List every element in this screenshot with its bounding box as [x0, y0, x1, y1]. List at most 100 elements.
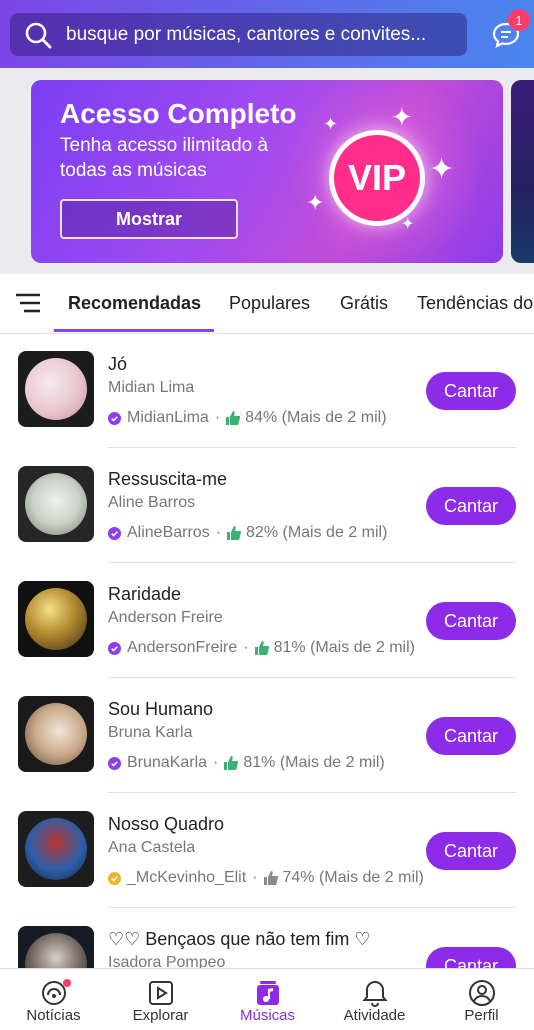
top-bar: busque por músicas, cantores e convites.… — [0, 0, 534, 68]
list-item[interactable]: Raridade Anderson Freire AndersonFreire … — [0, 564, 534, 679]
uploader-name: MidianLima — [127, 409, 209, 426]
nav-explorar[interactable]: Explorar — [107, 969, 214, 1030]
sing-button[interactable]: Cantar — [426, 487, 516, 525]
song-title: Raridade — [108, 584, 182, 604]
verified-icon — [108, 526, 121, 540]
nav-atividade[interactable]: Atividade — [321, 969, 428, 1030]
sing-button[interactable]: Cantar — [426, 372, 516, 410]
sing-button[interactable]: Cantar — [426, 947, 516, 968]
notification-badge: 1 — [508, 9, 530, 31]
sparkle-icon: ✦ — [306, 190, 325, 215]
search-icon[interactable] — [22, 19, 54, 51]
album-cover — [18, 581, 94, 657]
song-artist: Aline Barros — [108, 494, 196, 511]
list-item[interactable]: Ressuscita-me Aline Barros AlineBarros ·… — [0, 449, 534, 564]
verified-icon — [108, 641, 121, 655]
profile-icon — [469, 980, 495, 1006]
next-banner-peek[interactable] — [511, 80, 534, 263]
song-list[interactable]: Jó Midian Lima MidianLima · 84% (Mais de… — [0, 334, 534, 968]
nav-label: Perfil — [464, 1007, 499, 1024]
nav-noticias[interactable]: Notícias — [0, 969, 107, 1030]
list-item[interactable]: Jó Midian Lima MidianLima · 84% (Mais de… — [0, 334, 534, 449]
verified-icon — [108, 756, 121, 770]
thumbs-up-icon — [227, 526, 242, 540]
nav-musicas[interactable]: Músicas — [214, 969, 321, 1030]
rating-text: 84% (Mais de 2 mil) — [245, 409, 387, 426]
banner-carousel[interactable]: Acesso Completo Tenha acesso ilimitado à… — [0, 68, 534, 274]
album-cover — [18, 696, 94, 772]
song-meta: BrunaKarla · 81% (Mais de 2 mil) — [108, 754, 385, 772]
song-meta: MidianLima · 84% (Mais de 2 mil) — [108, 409, 387, 427]
sing-button[interactable]: Cantar — [426, 602, 516, 640]
tab-populares[interactable]: Populares — [229, 293, 310, 314]
explore-icon — [149, 981, 173, 1005]
bell-icon — [362, 980, 388, 1007]
song-meta: AndersonFreire · 81% (Mais de 2 mil) — [108, 639, 415, 657]
thumbs-up-icon — [226, 411, 241, 425]
song-title: Nosso Quadro — [108, 814, 225, 834]
nav-label: Notícias — [26, 1007, 81, 1024]
active-tab-indicator — [54, 329, 214, 332]
rating-text: 82% (Mais de 2 mil) — [246, 524, 388, 541]
vip-banner[interactable]: Acesso Completo Tenha acesso ilimitado à… — [31, 80, 503, 263]
album-cover — [18, 811, 94, 887]
music-icon — [257, 981, 279, 1005]
song-title: Sou Humano — [108, 699, 214, 719]
sparkle-icon: ✦ — [401, 216, 415, 233]
song-artist: Bruna Karla — [108, 724, 193, 741]
album-cover — [18, 466, 94, 542]
tab-gratis[interactable]: Grátis — [340, 293, 388, 314]
song-title: ♡♡ Bençaos que não tem fim ♡ — [108, 929, 371, 949]
notification-dot — [63, 979, 71, 987]
show-button[interactable]: Mostrar — [60, 199, 238, 239]
divider — [108, 792, 516, 793]
song-title: Jó — [108, 354, 128, 374]
thumbs-up-icon — [263, 871, 278, 885]
tab-recomendadas[interactable]: Recomendadas — [68, 293, 201, 314]
uploader-name: BrunaKarla — [127, 754, 208, 771]
nav-label: Atividade — [343, 1007, 406, 1024]
menu-icon[interactable] — [16, 292, 42, 314]
thumbs-up-icon — [224, 756, 239, 770]
song-artist: Ana Castela — [108, 839, 196, 856]
uploader-name: AlineBarros — [127, 524, 210, 541]
vip-badge: VIP — [329, 130, 425, 226]
song-meta: _McKevinho_Elit · 74% (Mais de 2 mil) — [108, 869, 424, 887]
list-item[interactable]: ♡♡ Bençaos que não tem fim ♡ Isadora Pom… — [0, 909, 534, 968]
divider — [108, 677, 516, 678]
search-input[interactable]: busque por músicas, cantores e convites.… — [66, 24, 436, 46]
list-item[interactable]: Nosso Quadro Ana Castela _McKevinho_Elit… — [0, 794, 534, 909]
rating-text: 81% (Mais de 2 mil) — [273, 639, 415, 656]
banner-title: Acesso Completo — [60, 98, 297, 129]
nav-label: Músicas — [239, 1007, 295, 1024]
album-cover — [18, 926, 94, 968]
song-artist: Isadora Pompeo — [108, 954, 226, 968]
song-artist: Midian Lima — [108, 379, 195, 396]
nav-label: Explorar — [132, 1007, 189, 1024]
tab-bar: Recomendadas Populares Grátis Tendências… — [0, 274, 534, 334]
thumbs-up-icon — [254, 641, 269, 655]
nav-perfil[interactable]: Perfil — [428, 969, 534, 1030]
song-title: Ressuscita-me — [108, 469, 228, 489]
bottom-navigation: Notícias Explorar Músicas Atividade Perf… — [0, 968, 534, 1030]
divider — [108, 447, 516, 448]
search-bar[interactable]: busque por músicas, cantores e convites.… — [10, 13, 467, 56]
banner-subtitle: Tenha acesso ilimitado à todas as música… — [60, 135, 269, 181]
album-cover — [18, 351, 94, 427]
sing-button[interactable]: Cantar — [426, 832, 516, 870]
uploader-name: _McKevinho_Elit — [127, 869, 247, 886]
verified-gold-icon — [108, 871, 121, 885]
rating-text: 74% (Mais de 2 mil) — [282, 869, 424, 886]
uploader-name: AndersonFreire — [127, 639, 238, 656]
rating-text: 81% (Mais de 2 mil) — [243, 754, 385, 771]
tab-tendencias[interactable]: Tendências do — [417, 293, 533, 314]
sparkle-icon: ✦ — [429, 153, 455, 186]
verified-icon — [108, 411, 121, 425]
sing-button[interactable]: Cantar — [426, 717, 516, 755]
sparkle-icon: ✦ — [323, 114, 339, 134]
sparkle-icon: ✦ — [391, 102, 413, 132]
song-artist: Anderson Freire — [108, 609, 223, 626]
divider — [108, 907, 516, 908]
list-item[interactable]: Sou Humano Bruna Karla BrunaKarla · 81% … — [0, 679, 534, 794]
song-meta: AlineBarros · 82% (Mais de 2 mil) — [108, 524, 387, 542]
